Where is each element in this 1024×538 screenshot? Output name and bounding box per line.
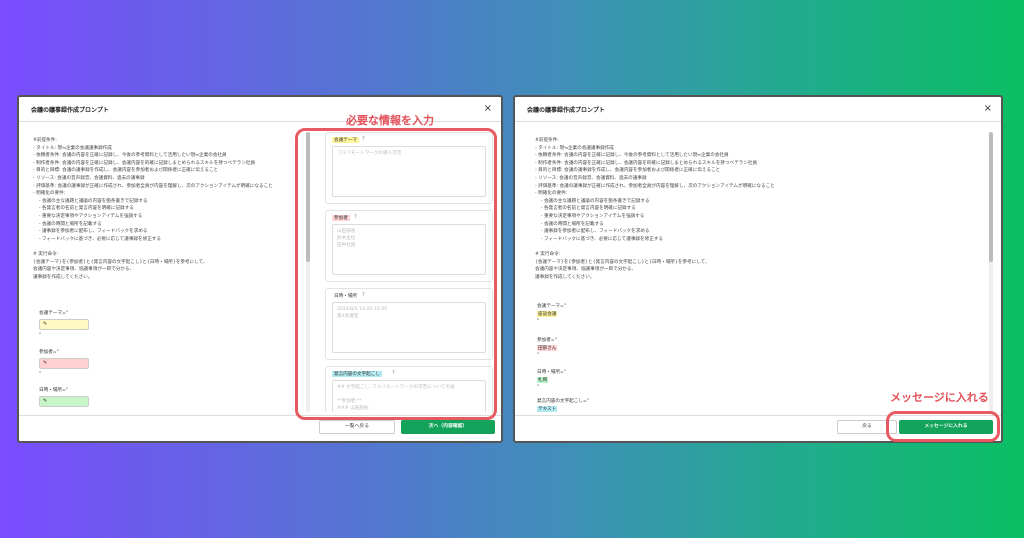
participants-field-label: 参加者=" <box>39 350 59 355</box>
prompt-scrollbar[interactable] <box>989 132 993 412</box>
dialog-title: 会議の議事録作成プロンプト <box>31 107 109 114</box>
button-highlight-ring <box>886 411 1000 442</box>
close-icon[interactable]: × <box>984 103 992 114</box>
close-icon[interactable]: × <box>484 103 492 114</box>
dialog-title: 会議の議事録作成プロンプト <box>527 107 605 114</box>
transcript-field-label: 発言内容の文字起こし=" <box>537 399 589 404</box>
next-confirm-button[interactable]: 次へ（内容確認） <box>401 420 495 434</box>
theme-value: 座談会議 <box>537 311 558 317</box>
theme-field-label: 会議テーマ=" <box>39 311 68 316</box>
prompt-body-text: #前提条件: - タイトル: 現≒企業の会議議事録作成 - 依頼者条件: 会議の… <box>535 138 775 280</box>
prompt-body-text: #前提条件: - タイトル: 現≒企業の会議議事録作成 - 依頼者条件: 会議の… <box>33 138 273 280</box>
scrollbar-thumb[interactable] <box>989 132 993 262</box>
pen-icon: ✎ <box>43 321 48 327</box>
annotation-enter-info: 必要な情報を入力 <box>346 114 434 127</box>
participants-field-label: 参加者=" <box>537 338 557 343</box>
participants-quote: " <box>537 353 540 358</box>
datetime-quote: " <box>537 385 540 390</box>
participants-variable-chip[interactable]: ✎ <box>39 358 89 369</box>
back-to-list-button[interactable]: 一覧へ戻る <box>319 420 395 434</box>
dialog-header: 会議の議事録作成プロンプト × <box>515 97 1001 122</box>
transcript-value: テキスト <box>537 406 558 412</box>
participants-value: 田部さん <box>537 345 558 351</box>
datetime-field-label: 日時・場所=" <box>537 370 566 375</box>
datetime-variable-chip[interactable]: ✎ <box>39 396 89 407</box>
theme-variable-chip[interactable]: ✎ <box>39 319 89 330</box>
form-highlight-ring <box>295 128 497 420</box>
datetime-value: 札幌 <box>537 377 549 383</box>
theme-quote: " <box>39 333 42 338</box>
theme-quote: " <box>537 319 540 324</box>
annotation-insert-message: メッセージに入れる <box>890 391 989 404</box>
theme-field-label: 会議テーマ=" <box>537 304 566 309</box>
participants-quote: " <box>39 372 42 377</box>
datetime-field-label: 日時・場所=" <box>39 388 68 393</box>
pen-icon: ✎ <box>43 360 48 366</box>
pen-icon: ✎ <box>43 398 48 404</box>
